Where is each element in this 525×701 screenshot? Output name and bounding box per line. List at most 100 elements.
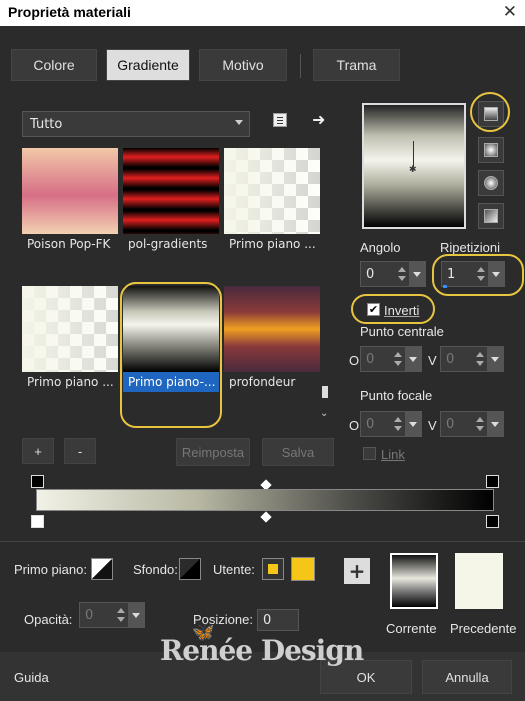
category-dropdown[interactable]: Tutto xyxy=(22,111,250,137)
style-sunburst-button[interactable] xyxy=(478,203,504,229)
angle-input[interactable]: 0 xyxy=(360,261,426,287)
chevron-down-icon[interactable] xyxy=(405,412,421,436)
gradient-item-poison-pop[interactable]: Poison Pop-FK xyxy=(22,148,118,254)
cancel-button[interactable]: Annulla xyxy=(422,660,512,694)
chevron-down-icon[interactable] xyxy=(405,347,421,371)
gradient-swatch xyxy=(22,286,118,372)
spinner-arrows-icon[interactable] xyxy=(391,412,405,436)
gradient-swatch xyxy=(123,148,219,234)
center-v-value: 0 xyxy=(446,352,455,367)
scrollbar-thumb[interactable] xyxy=(322,386,328,398)
angle-label: Angolo xyxy=(360,240,401,255)
gradient-item-label: pol-gradients xyxy=(128,237,208,251)
chevron-down-icon[interactable] xyxy=(487,347,503,371)
library-scrollbar[interactable]: ⌄ xyxy=(320,148,330,422)
highlight-ring xyxy=(470,92,510,132)
tab-motivo[interactable]: Motivo xyxy=(199,49,287,81)
chevron-down-icon[interactable] xyxy=(487,412,503,436)
user-color-swatch[interactable] xyxy=(291,557,315,581)
gradient-item-pol-gradients[interactable]: pol-gradients xyxy=(123,148,219,254)
center-h-value: 0 xyxy=(366,352,375,367)
tab-colore[interactable]: Colore xyxy=(11,49,97,81)
focal-point-label: Punto focale xyxy=(360,388,433,403)
chevron-down-icon[interactable]: ⌄ xyxy=(320,408,328,419)
spinner-arrows-icon[interactable] xyxy=(114,603,128,627)
current-swatch[interactable] xyxy=(390,553,438,609)
remove-gradient-button[interactable]: - xyxy=(64,438,96,464)
gradient-item-primo-piano-2[interactable]: Primo piano ... xyxy=(22,286,118,392)
current-label: Corrente xyxy=(386,621,437,636)
focal-v-value: 0 xyxy=(446,417,455,432)
style-radial-button[interactable] xyxy=(478,170,504,196)
color-midpoint[interactable] xyxy=(260,511,272,523)
center-v-label: V xyxy=(428,353,437,368)
opacity-input[interactable]: 0 xyxy=(79,602,145,628)
position-input[interactable]: 0 xyxy=(257,609,299,631)
link-checkbox[interactable] xyxy=(363,447,376,460)
opacity-label: Opacità: xyxy=(24,612,73,627)
window-title: Proprietà materiali xyxy=(8,4,131,20)
center-h-input[interactable]: 0 xyxy=(360,346,422,372)
spinner-arrows-icon[interactable] xyxy=(473,412,487,436)
opacity-value: 0 xyxy=(85,608,94,623)
chevron-down-icon[interactable] xyxy=(128,603,144,627)
background-label: Sfondo: xyxy=(133,562,178,577)
reset-button[interactable]: Reimposta xyxy=(176,438,250,466)
opacity-stop-left[interactable] xyxy=(31,475,44,488)
focal-h-value: 0 xyxy=(366,417,375,432)
spinner-arrows-icon[interactable] xyxy=(395,262,409,286)
gradient-library: Poison Pop-FK pol-gradients Primo piano … xyxy=(22,148,330,428)
gradient-item-profondeur[interactable]: profondeur xyxy=(224,286,320,392)
gradient-item-label: Primo piano ... xyxy=(27,375,114,389)
gradient-item-label: profondeur xyxy=(229,375,296,389)
close-icon[interactable]: ✕ xyxy=(503,2,517,22)
add-swatch-icon[interactable]: + xyxy=(344,558,370,584)
category-value: Tutto xyxy=(30,117,63,132)
library-settings-icon[interactable] xyxy=(273,113,287,127)
gradient-swatch xyxy=(224,286,320,372)
save-gradient-button[interactable]: Salva xyxy=(262,438,334,466)
center-h-label: O xyxy=(349,353,360,368)
highlight-ring xyxy=(432,254,524,296)
link-label[interactable]: Link xyxy=(381,447,405,462)
gradient-item-label: Primo piano ... xyxy=(229,237,316,251)
gradient-item-label: Poison Pop-FK xyxy=(27,237,111,251)
gradient-swatch xyxy=(22,148,118,234)
chevron-down-icon[interactable] xyxy=(409,262,425,286)
highlight-ring xyxy=(120,282,222,428)
tab-divider xyxy=(300,54,301,78)
gradient-editor-bar[interactable] xyxy=(36,489,494,511)
focal-v-input[interactable]: 0 xyxy=(440,411,504,437)
tab-gradiente[interactable]: Gradiente xyxy=(106,49,190,81)
previous-swatch[interactable] xyxy=(455,553,503,609)
arrow-right-icon[interactable]: ➜ xyxy=(312,110,325,129)
chevron-down-icon xyxy=(235,120,243,125)
spinner-arrows-icon[interactable] xyxy=(391,347,405,371)
foreground-stop-swatch[interactable] xyxy=(91,558,113,580)
angle-value: 0 xyxy=(366,267,375,282)
center-v-input[interactable]: 0 xyxy=(440,346,504,372)
focal-h-input[interactable]: 0 xyxy=(360,411,422,437)
gradient-preview[interactable]: ✱ xyxy=(362,103,466,229)
highlight-ring xyxy=(351,294,435,324)
spinner-arrows-icon[interactable] xyxy=(473,347,487,371)
repeats-label: Ripetizioni xyxy=(440,240,500,255)
previous-label: Precedente xyxy=(450,621,517,636)
add-gradient-button[interactable]: + xyxy=(22,438,54,464)
watermark-text: Renée Design xyxy=(160,634,364,667)
title-bar: Proprietà materiali ✕ xyxy=(0,0,525,26)
gradient-swatch xyxy=(224,148,320,234)
color-stop-right[interactable] xyxy=(486,515,499,528)
background-stop-swatch[interactable] xyxy=(179,558,201,580)
tab-trama[interactable]: Trama xyxy=(313,49,400,81)
help-link[interactable]: Guida xyxy=(14,670,49,685)
foreground-label: Primo piano: xyxy=(14,562,87,577)
gradient-item-primo-piano-1[interactable]: Primo piano ... xyxy=(224,148,320,254)
divider xyxy=(0,541,525,542)
style-rectangular-button[interactable] xyxy=(478,137,504,163)
color-stop-left[interactable] xyxy=(31,515,44,528)
user-stop-radio[interactable] xyxy=(262,558,284,580)
opacity-stop-right[interactable] xyxy=(486,475,499,488)
user-label: Utente: xyxy=(213,562,255,577)
center-point-label: Punto centrale xyxy=(360,324,444,339)
